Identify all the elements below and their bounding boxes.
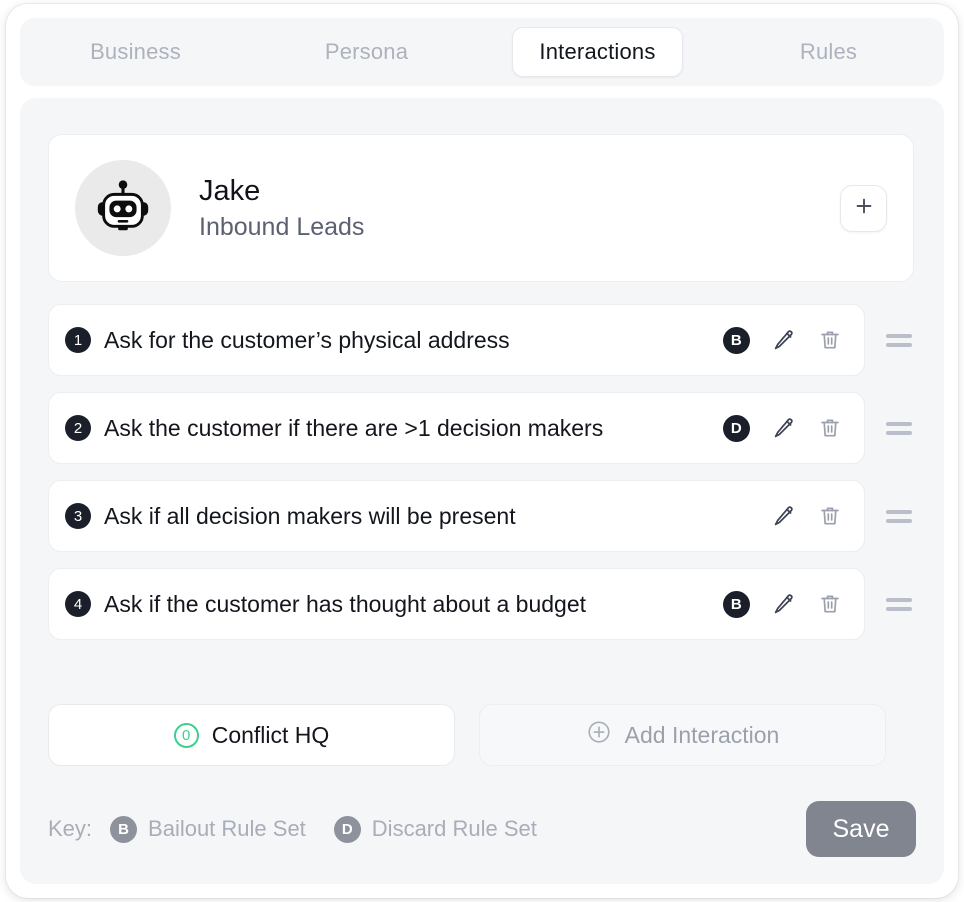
tab-business-label: Business (90, 39, 181, 64)
interaction-text: Ask for the customer’s physical address (104, 326, 510, 353)
add-interaction-label: Add Interaction (624, 721, 780, 748)
list-item: 3 Ask if all decision makers will be pre… (48, 480, 916, 552)
interactions-panel: Jake Inbound Leads 1 Ask for the custome… (20, 98, 944, 884)
rule-set-badge (723, 503, 750, 530)
row-actions: B (722, 590, 842, 618)
interaction-list: 1 Ask for the customer’s physical addres… (48, 304, 916, 656)
rule-set-badge: B (722, 590, 750, 618)
pencil-icon[interactable] (772, 504, 796, 528)
plus-icon (853, 195, 875, 222)
trash-icon[interactable] (818, 592, 842, 616)
tab-interactions[interactable]: Interactions (482, 18, 713, 86)
interaction-row[interactable]: 4 Ask if the customer has thought about … (48, 568, 865, 640)
tab-rules-label: Rules (799, 39, 858, 64)
rule-set-badge: D (722, 414, 750, 442)
interaction-text: Ask if the customer has thought about a … (104, 590, 587, 617)
trash-icon[interactable] (818, 328, 842, 352)
save-button[interactable]: Save (806, 801, 916, 857)
add-interaction-button[interactable]: Add Interaction (479, 704, 886, 766)
tab-business[interactable]: Business (20, 18, 251, 86)
pencil-icon[interactable] (772, 416, 796, 440)
trash-icon[interactable] (818, 504, 842, 528)
agent-subtitle: Inbound Leads (199, 213, 365, 242)
tab-rules[interactable]: Rules (713, 18, 944, 86)
rule-set-badge: B (722, 326, 750, 354)
key-item-discard: D Discard Rule Set (333, 815, 537, 843)
plus-circle-icon (586, 719, 612, 751)
row-actions: B (722, 326, 842, 354)
drag-handle-icon[interactable] (883, 333, 916, 347)
row-actions: D (722, 414, 842, 442)
pencil-icon[interactable] (772, 328, 796, 352)
tab-bar: Business Persona Interactions Rules (20, 18, 944, 86)
interaction-row[interactable]: 3 Ask if all decision makers will be pre… (48, 480, 865, 552)
interaction-number: 2 (65, 415, 91, 441)
list-item: 4 Ask if the customer has thought about … (48, 568, 916, 640)
drag-handle-icon[interactable] (883, 509, 916, 523)
tab-interactions-label: Interactions (512, 27, 683, 77)
app-window: Business Persona Interactions Rules Jake… (6, 4, 958, 898)
key-label: Key: (48, 816, 93, 841)
conflict-hq-button[interactable]: 0 Conflict HQ (48, 704, 455, 766)
pencil-icon[interactable] (772, 592, 796, 616)
drag-handle-icon[interactable] (883, 597, 916, 611)
bailout-badge: B (110, 815, 138, 843)
add-agent-button[interactable] (840, 184, 887, 232)
interaction-text: Ask the customer if there are >1 decisio… (104, 414, 604, 441)
discard-label: Discard Rule Set (371, 816, 537, 841)
agent-name: Jake (199, 174, 261, 207)
bottom-actions: 0 Conflict HQ Add Interaction (48, 704, 886, 766)
interaction-row[interactable]: 2 Ask the customer if there are >1 decis… (48, 392, 865, 464)
interaction-number: 3 (65, 503, 91, 529)
list-item: 1 Ask for the customer’s physical addres… (48, 304, 916, 376)
conflict-hq-label: Conflict HQ (211, 721, 330, 748)
tab-persona[interactable]: Persona (251, 18, 482, 86)
bailout-label: Bailout Rule Set (148, 816, 306, 841)
interaction-number: 1 (65, 327, 91, 353)
footer-key: Key: B Bailout Rule Set D Discard Rule S… (48, 798, 916, 860)
discard-badge: D (333, 815, 361, 843)
robot-icon (92, 175, 154, 242)
list-item: 2 Ask the customer if there are >1 decis… (48, 392, 916, 464)
tab-persona-label: Persona (324, 39, 409, 64)
row-actions (723, 503, 842, 530)
interaction-row[interactable]: 1 Ask for the customer’s physical addres… (48, 304, 865, 376)
agent-info: Jake Inbound Leads (199, 175, 840, 241)
key-item-bailout: B Bailout Rule Set (110, 815, 306, 843)
drag-handle-icon[interactable] (883, 421, 916, 435)
interaction-text: Ask if all decision makers will be prese… (104, 502, 516, 529)
agent-card: Jake Inbound Leads (48, 134, 914, 282)
avatar (75, 160, 171, 256)
trash-icon[interactable] (818, 416, 842, 440)
conflict-count-badge: 0 (173, 722, 199, 748)
interaction-number: 4 (65, 591, 91, 617)
